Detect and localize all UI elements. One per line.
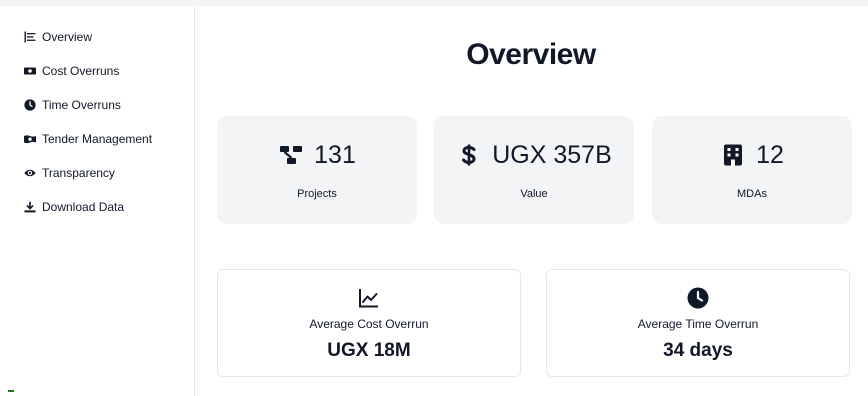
stat-value: 131	[314, 140, 356, 169]
dollar-sign-icon	[456, 142, 482, 168]
average-cost-overrun-card: Average Cost Overrun UGX 18M	[217, 269, 521, 377]
stat-value: UGX 357B	[492, 140, 612, 169]
average-value: 34 days	[663, 340, 733, 361]
sidebar-item-label: Time Overruns	[42, 98, 121, 112]
average-label: Average Cost Overrun	[309, 317, 429, 331]
stat-label: Projects	[297, 188, 337, 200]
sidebar-item-transparency[interactable]: Transparency	[24, 163, 115, 183]
page-title: Overview	[466, 38, 596, 71]
sidebar-item-label: Transparency	[42, 166, 115, 180]
sidebar-item-label: Cost Overruns	[42, 64, 120, 78]
money-bill-icon	[24, 65, 36, 77]
clock-icon	[687, 287, 709, 309]
stat-card-value: UGX 357B Value	[434, 116, 634, 224]
sidebar-item-label: Tender Management	[42, 132, 153, 146]
average-time-overrun-card: Average Time Overrun 34 days	[546, 269, 850, 377]
clock-icon	[24, 99, 36, 111]
download-icon	[24, 201, 36, 213]
list-check-icon	[24, 31, 36, 43]
project-diagram-icon	[278, 142, 304, 168]
sidebar-item-overview[interactable]: Overview	[24, 27, 92, 47]
sidebar-item-download-data[interactable]: Download Data	[24, 197, 124, 217]
sidebar-item-label: Download Data	[42, 200, 125, 214]
average-value: UGX 18M	[327, 340, 411, 361]
status-indicator	[8, 390, 14, 392]
stat-label: Value	[520, 188, 548, 200]
stat-label: MDAs	[737, 188, 767, 200]
eye-icon	[24, 167, 36, 179]
sidebar-item-cost-overruns[interactable]: Cost Overruns	[24, 61, 119, 81]
chart-line-icon	[358, 287, 380, 309]
average-label: Average Time Overrun	[637, 317, 759, 331]
sidebar-item-label: Overview	[42, 30, 93, 44]
money-bill-wave-icon	[24, 133, 36, 145]
sidebar-item-time-overruns[interactable]: Time Overruns	[24, 95, 121, 115]
stat-card-mdas: 12 MDAs	[652, 116, 852, 224]
stat-value: 12	[756, 140, 784, 169]
sidebar-item-tender-management[interactable]: Tender Management	[24, 129, 152, 149]
building-icon	[720, 142, 746, 168]
stat-card-projects: 131 Projects	[217, 116, 417, 224]
sidebar: Overview Cost Overruns Time Overruns Ten…	[0, 6, 195, 396]
